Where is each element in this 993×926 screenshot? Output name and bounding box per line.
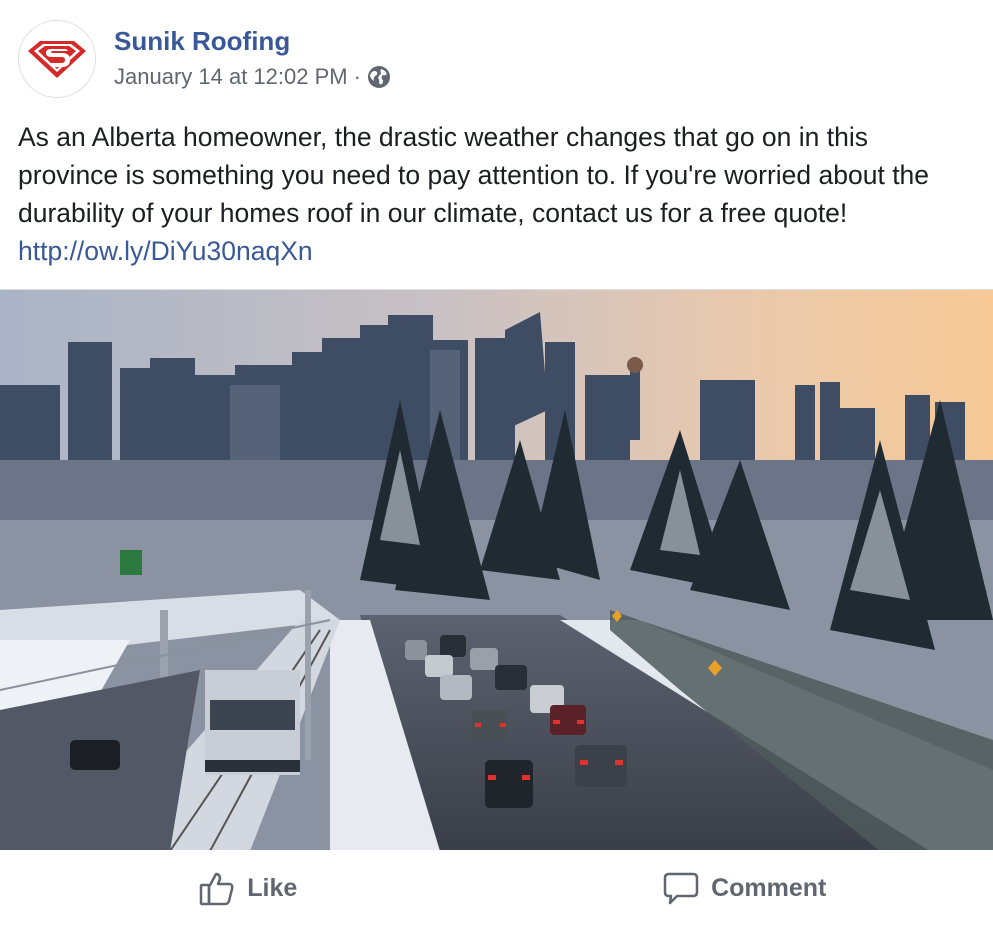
thumbs-up-icon [199,870,235,906]
comment-button[interactable]: Comment [497,850,993,926]
facebook-post: Sunik Roofing January 14 at 12:02 PM · A… [0,0,993,926]
winter-city-highway-photo [0,290,993,850]
page-avatar[interactable] [18,20,96,98]
comment-bubble-icon [663,870,699,906]
superman-shield-logo-icon [28,41,86,78]
post-header: Sunik Roofing January 14 at 12:02 PM · [18,20,391,100]
separator-dot: · [353,64,361,89]
page-name-link[interactable]: Sunik Roofing [114,26,391,56]
post-meta: Sunik Roofing January 14 at 12:02 PM · [114,20,391,90]
like-label: Like [247,873,298,902]
post-timestamp[interactable]: January 14 at 12:02 PM [114,64,348,90]
globe-icon[interactable] [367,65,391,89]
post-body-text: As an Alberta homeowner, the drastic wea… [18,122,930,228]
post-message: As an Alberta homeowner, the drastic wea… [18,118,968,270]
post-link[interactable]: http://ow.ly/DiYu30naqXn [18,236,313,266]
like-button[interactable]: Like [0,850,497,926]
post-actions-bar: Like Comment [0,850,993,926]
comment-label: Comment [711,873,827,902]
post-photo[interactable] [0,289,993,850]
timestamp-row: January 14 at 12:02 PM · [114,64,391,90]
